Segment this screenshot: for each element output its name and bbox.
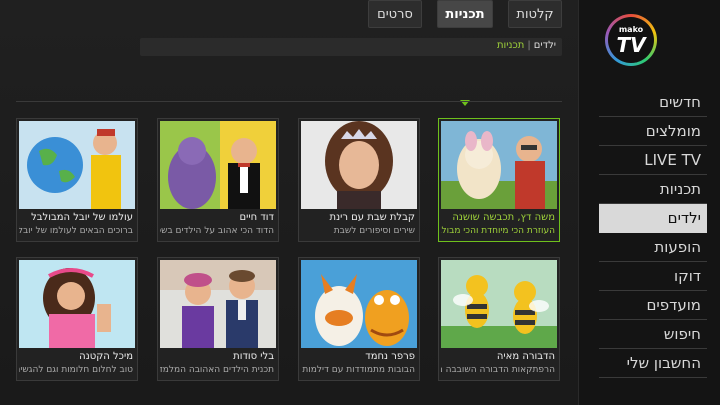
program-title: משה דץ, תכבשה שושנה <box>452 212 555 223</box>
tab-movies[interactable]: סרטים <box>368 0 422 28</box>
program-card[interactable]: בלי סודות תכנית הילדים האהובה המלמד... <box>157 257 279 381</box>
divider <box>16 101 562 102</box>
program-thumbnail <box>19 121 135 209</box>
program-subtitle: הרפתקאות הדבורה השובבה מ... <box>441 365 555 375</box>
program-subtitle: הבובות מתמודדות עם דילמות <box>302 365 415 375</box>
program-subtitle: הדוד הכי אהוב על הילדים בשכו... <box>160 226 274 236</box>
main-content: ילדים|תכניות קלטות תכניות סרטים משה דץ, … <box>0 0 578 405</box>
program-subtitle: ברוכים הבאים לעולמו של יובל... <box>19 226 133 236</box>
nav-item-live-tv[interactable]: LIVE TV <box>599 146 707 175</box>
nav-item-recommended[interactable]: מומלצים <box>599 117 707 146</box>
program-card[interactable]: עולמו של יובל המבולבל ברוכים הבאים לעולמ… <box>16 118 138 242</box>
program-card[interactable]: פרפר נחמד הבובות מתמודדות עם דילמות <box>298 257 420 381</box>
sidebar: mako TV חדשים מומלצים LIVE TV תכניות ילד… <box>578 0 720 405</box>
program-thumbnail <box>441 260 557 348</box>
nav-item-programs[interactable]: תכניות <box>599 175 707 204</box>
tab-cassettes[interactable]: קלטות <box>508 0 562 28</box>
logo-tv-text: TV <box>616 33 646 57</box>
nav-item-search[interactable]: חיפוש <box>599 320 707 349</box>
breadcrumb-separator: | <box>527 40 531 51</box>
tab-programs[interactable]: תכניות <box>437 0 493 28</box>
program-title: בלי סודות <box>233 351 274 362</box>
program-thumbnail <box>160 121 276 209</box>
nav-item-my-account[interactable]: החשבון שלי <box>599 349 707 378</box>
program-subtitle: תכנית הילדים האהובה המלמד... <box>160 365 274 375</box>
nav-item-new[interactable]: חדשים <box>599 88 707 117</box>
program-card[interactable]: משה דץ, תכבשה שושנה העוזרת הכי מיוחדת וה… <box>438 118 560 242</box>
mako-tv-logo[interactable]: mako TV <box>605 14 657 66</box>
program-title: הדבורה מאיה <box>496 351 555 362</box>
program-thumbnail <box>19 260 135 348</box>
breadcrumb-kids[interactable]: ילדים <box>534 40 556 51</box>
program-card[interactable]: קבלת שבת עם רינת שירים וסיפורים לשבת <box>298 118 420 242</box>
program-thumbnail <box>301 121 417 209</box>
nav-item-docu[interactable]: דוקו <box>599 262 707 291</box>
program-title: פרפר נחמד <box>365 351 415 362</box>
program-title: דוד חיים <box>239 212 274 223</box>
program-thumbnail <box>441 121 557 209</box>
nav-item-shows[interactable]: הופעות <box>599 233 707 262</box>
program-thumbnail <box>160 260 276 348</box>
program-thumbnail <box>301 260 417 348</box>
program-title: קבלת שבת עם רינת <box>329 212 415 223</box>
program-title: עולמו של יובל המבולבל <box>31 212 133 223</box>
program-card[interactable]: מיכל הקטנה טוב לחלום חלומות וגם להגשים..… <box>16 257 138 381</box>
program-card[interactable]: דוד חיים הדוד הכי אהוב על הילדים בשכו... <box>157 118 279 242</box>
program-subtitle: טוב לחלום חלומות וגם להגשים... <box>19 365 133 375</box>
nav-item-kids[interactable]: ילדים <box>599 204 707 233</box>
nav-item-favorites[interactable]: מועדפים <box>599 291 707 320</box>
program-card[interactable]: הדבורה מאיה הרפתקאות הדבורה השובבה מ... <box>438 257 560 381</box>
program-title: מיכל הקטנה <box>79 351 133 362</box>
breadcrumb-current: תכניות <box>496 40 525 51</box>
program-subtitle: שירים וסיפורים לשבת <box>333 226 415 236</box>
breadcrumb: ילדים|תכניות <box>140 38 562 56</box>
program-subtitle: העוזרת הכי מיוחדת והכי מבולב... <box>441 226 555 236</box>
main-nav: חדשים מומלצים LIVE TV תכניות ילדים הופעו… <box>599 88 707 378</box>
